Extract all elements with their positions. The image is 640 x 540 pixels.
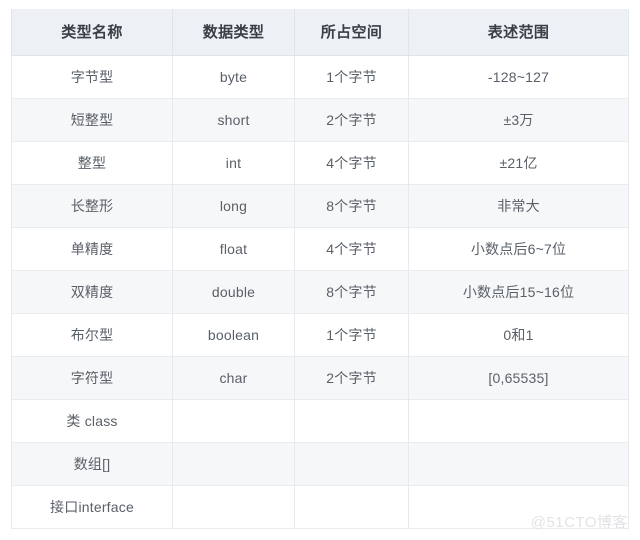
cell-type-name: 短整型	[11, 98, 173, 142]
table-body: 字节型 byte 1个字节 -128~127 短整型 short 2个字节 ±3…	[11, 55, 629, 529]
cell-size: 8个字节	[294, 184, 409, 228]
cell-type-name: 布尔型	[11, 313, 173, 357]
cell-type-name: 字节型	[11, 55, 173, 99]
cell-type-name: 整型	[11, 141, 173, 185]
watermark: @51CTO博客	[530, 514, 628, 531]
table-row: 短整型 short 2个字节 ±3万	[11, 98, 629, 142]
cell-type-name: 接口interface	[11, 485, 173, 529]
column-header-size: 所占空间	[294, 9, 409, 56]
data-type-table: 类型名称 数据类型 所占空间 表述范围 字节型 byte 1个字节 -128~1…	[11, 9, 629, 529]
cell-range: [0,65535]	[408, 356, 629, 400]
cell-type-name: 字符型	[11, 356, 173, 400]
column-header-range: 表述范围	[408, 9, 629, 56]
table-header: 类型名称 数据类型 所占空间 表述范围	[11, 9, 629, 56]
cell-data-type	[172, 442, 295, 486]
cell-type-name: 数组[]	[11, 442, 173, 486]
cell-data-type: double	[172, 270, 295, 314]
cell-type-name: 长整形	[11, 184, 173, 228]
cell-type-name: 单精度	[11, 227, 173, 271]
cell-size: 2个字节	[294, 98, 409, 142]
cell-size: 4个字节	[294, 227, 409, 271]
cell-size	[294, 485, 409, 529]
cell-range: 小数点后6~7位	[408, 227, 629, 271]
cell-range: 0和1	[408, 313, 629, 357]
cell-size	[294, 442, 409, 486]
cell-data-type: boolean	[172, 313, 295, 357]
cell-data-type	[172, 485, 295, 529]
table-header-row: 类型名称 数据类型 所占空间 表述范围	[11, 9, 629, 56]
page-root: 类型名称 数据类型 所占空间 表述范围 字节型 byte 1个字节 -128~1…	[0, 0, 640, 540]
cell-size: 8个字节	[294, 270, 409, 314]
table-row: 长整形 long 8个字节 非常大	[11, 184, 629, 228]
table-row: 数组[]	[11, 442, 629, 486]
table-row: 布尔型 boolean 1个字节 0和1	[11, 313, 629, 357]
cell-range: 小数点后15~16位	[408, 270, 629, 314]
cell-size	[294, 399, 409, 443]
column-header-type-name: 类型名称	[11, 9, 173, 56]
cell-range: ±3万	[408, 98, 629, 142]
cell-data-type: char	[172, 356, 295, 400]
cell-data-type	[172, 399, 295, 443]
cell-range: -128~127	[408, 55, 629, 99]
data-type-table-container: 类型名称 数据类型 所占空间 表述范围 字节型 byte 1个字节 -128~1…	[11, 9, 629, 529]
cell-data-type: long	[172, 184, 295, 228]
table-row: 单精度 float 4个字节 小数点后6~7位	[11, 227, 629, 271]
table-row: 双精度 double 8个字节 小数点后15~16位	[11, 270, 629, 314]
table-row: 整型 int 4个字节 ±21亿	[11, 141, 629, 185]
cell-range: 非常大	[408, 184, 629, 228]
cell-type-name: 类 class	[11, 399, 173, 443]
cell-size: 2个字节	[294, 356, 409, 400]
cell-data-type: short	[172, 98, 295, 142]
table-row: 字符型 char 2个字节 [0,65535]	[11, 356, 629, 400]
cell-range	[408, 442, 629, 486]
table-row: 字节型 byte 1个字节 -128~127	[11, 55, 629, 99]
table-row: 类 class	[11, 399, 629, 443]
cell-data-type: int	[172, 141, 295, 185]
cell-size: 1个字节	[294, 313, 409, 357]
cell-data-type: float	[172, 227, 295, 271]
cell-range	[408, 399, 629, 443]
cell-data-type: byte	[172, 55, 295, 99]
cell-range: ±21亿	[408, 141, 629, 185]
cell-size: 1个字节	[294, 55, 409, 99]
column-header-data-type: 数据类型	[172, 9, 295, 56]
cell-type-name: 双精度	[11, 270, 173, 314]
cell-size: 4个字节	[294, 141, 409, 185]
